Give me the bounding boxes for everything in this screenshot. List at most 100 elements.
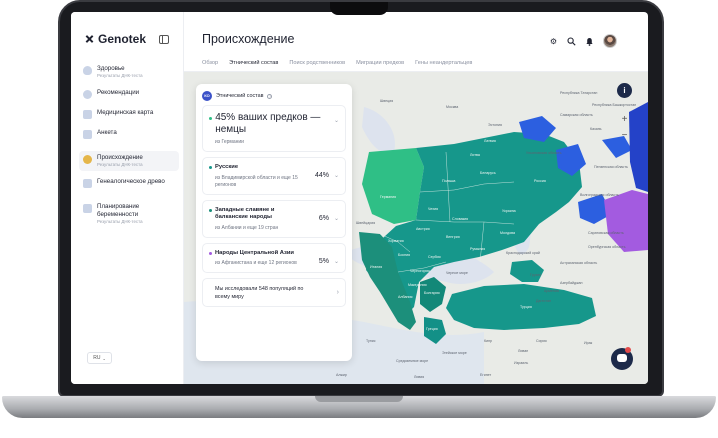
region-central-asia[interactable] bbox=[604, 190, 648, 252]
chat-notification-badge bbox=[625, 347, 631, 353]
check-circle-icon bbox=[83, 90, 92, 99]
ethnicity-sub: из Албании и еще 19 стран bbox=[215, 224, 279, 231]
chevron-down-icon: ⌄ bbox=[333, 173, 339, 179]
label-austria: Австрия bbox=[416, 227, 430, 231]
label-slovakia: Словакия bbox=[452, 217, 468, 221]
user-tag: КО bbox=[202, 91, 212, 101]
sidebar-item-sub: Результаты ДНК-теста bbox=[97, 73, 143, 78]
bell-icon[interactable] bbox=[585, 37, 594, 46]
sidebar-item-family-tree[interactable]: Генеалогическое древо bbox=[79, 175, 179, 191]
ethnicity-row[interactable]: Западные славяне и балканские народы из … bbox=[202, 199, 346, 238]
ethnicity-name-text: Народы Центральной Азии bbox=[215, 249, 294, 256]
label-libya: Ливия bbox=[414, 375, 424, 379]
label-israel: Израиль bbox=[514, 361, 528, 365]
brand-logo[interactable]: Genotek bbox=[85, 32, 146, 46]
label-black-sea: Черное море bbox=[446, 271, 468, 275]
ethnicity-percent: 5% bbox=[318, 257, 329, 265]
ethnicity-color-dot bbox=[209, 116, 213, 120]
camera-notch bbox=[330, 2, 388, 15]
sidebar-item-recommendations[interactable]: Рекомендации bbox=[79, 86, 179, 102]
tab-overview[interactable]: Обзор bbox=[202, 58, 218, 72]
label-astrakhan: Астраханская область bbox=[560, 261, 597, 265]
chevron-down-icon: ⌄ bbox=[102, 355, 106, 361]
help-icon[interactable]: ? bbox=[267, 93, 273, 99]
tab-ethnic-composition[interactable]: Этнический состав bbox=[229, 58, 279, 72]
label-bosnia: Босния bbox=[398, 253, 410, 257]
sidebar-item-label: Здоровье bbox=[97, 65, 125, 72]
info-button[interactable]: i bbox=[617, 83, 632, 98]
label-volgograd: Волгоградская область bbox=[580, 193, 619, 197]
populations-footer-card[interactable]: Мы исследовали 548 популяций по всему ми… bbox=[202, 278, 346, 307]
label-cyprus: Кипр bbox=[484, 339, 492, 343]
sidebar-item-sub: Результаты ДНК-теста bbox=[97, 162, 143, 167]
label-tunisia: Тунис bbox=[366, 339, 376, 343]
ancestry-tabs: Обзор Этнический состав Поиск родственни… bbox=[202, 58, 472, 72]
label-georgia: Грузия bbox=[530, 273, 541, 277]
label-mediterranean: Средиземное море bbox=[396, 359, 428, 363]
label-montenegro: Черногория bbox=[410, 269, 430, 273]
sidebar-item-health[interactable]: Здоровье Результаты ДНК-теста bbox=[79, 62, 179, 82]
tab-ancestor-migrations[interactable]: Миграции предков bbox=[356, 58, 404, 72]
ethnicity-row[interactable]: Народы Центральной Азии из Афганистана и… bbox=[202, 242, 346, 273]
zoom-out-button[interactable]: − bbox=[617, 128, 632, 143]
sidebar-item-label: Медицинская карта bbox=[97, 109, 154, 116]
sidebar-item-label: Анкета bbox=[97, 129, 117, 136]
brand-name: Genotek bbox=[98, 32, 147, 46]
gear-icon[interactable]: ⚙ bbox=[549, 37, 558, 46]
sidebar-item-pregnancy[interactable]: Планирование беременности Результаты ДНК-… bbox=[79, 200, 179, 228]
label-aegean: Эгейское море bbox=[442, 351, 467, 355]
tab-relatives-search[interactable]: Поиск родственников bbox=[289, 58, 345, 72]
label-moscow: Москва bbox=[446, 105, 458, 109]
label-ukraine: Украина bbox=[502, 209, 516, 213]
ethnicity-name-text: Русские bbox=[215, 164, 239, 170]
label-latvia: Латвия bbox=[484, 139, 496, 143]
sidebar-nav: Здоровье Результаты ДНК-теста Рекомендаци… bbox=[79, 62, 179, 232]
ethnic-composition-panel: КО Этнический состав ? 45% ваших предков… bbox=[196, 84, 352, 361]
populations-text: Мы исследовали 548 популяций по всему ми… bbox=[215, 286, 304, 300]
header-actions: ⚙ bbox=[549, 34, 617, 48]
label-germany: Германия bbox=[380, 195, 396, 199]
page-title: Происхождение bbox=[202, 32, 295, 46]
label-romania: Румыния bbox=[470, 247, 485, 251]
label-italy: Италия bbox=[370, 265, 382, 269]
avatar[interactable] bbox=[603, 34, 617, 48]
heart-icon bbox=[83, 66, 92, 75]
label-estonia: Эстония bbox=[488, 123, 502, 127]
tab-neanderthal-genes[interactable]: Гены неандертальцев bbox=[415, 58, 472, 72]
language-select[interactable]: RU ⌄ bbox=[87, 352, 112, 364]
label-iraq: Ирак bbox=[584, 341, 593, 345]
sidebar-item-questionnaire[interactable]: Анкета bbox=[79, 126, 179, 142]
chevron-down-icon: ⌄ bbox=[333, 118, 339, 124]
region-germany[interactable] bbox=[362, 148, 424, 224]
baltic-shape bbox=[362, 107, 395, 153]
sidebar-collapse-icon[interactable] bbox=[159, 35, 169, 44]
label-krasnodar: Краснодарский край bbox=[506, 251, 540, 255]
medical-card-icon bbox=[83, 110, 92, 119]
label-syria: Сирия bbox=[536, 339, 547, 343]
ethnicity-name: Русские bbox=[209, 164, 339, 172]
zoom-in-button[interactable]: + bbox=[617, 112, 632, 127]
panel-header: КО Этнический состав ? bbox=[202, 90, 346, 102]
label-saratov: Саратовская область bbox=[588, 231, 624, 235]
label-algeria: Алжир bbox=[336, 373, 347, 377]
label-orenburg: Оренбургская область bbox=[588, 245, 626, 249]
search-icon[interactable] bbox=[567, 36, 576, 46]
clipboard-icon bbox=[83, 130, 92, 139]
label-macedonia: Македония bbox=[408, 283, 427, 287]
label-belarus: Беларусь bbox=[480, 171, 496, 175]
ethnicity-main-card[interactable]: 45% ваших предков — немцы из Германии ⌄ bbox=[202, 105, 346, 152]
globe-icon bbox=[83, 155, 92, 164]
region-caucasus[interactable] bbox=[510, 260, 544, 282]
ethnicity-main-text: 45% ваших предков — немцы bbox=[215, 112, 321, 135]
ethnicity-row[interactable]: Русские из Владимирской области и еще 15… bbox=[202, 157, 346, 195]
sidebar-item-ancestry[interactable]: Происхождение Результаты ДНК-теста bbox=[79, 151, 179, 171]
ethnicity-percent: 6% bbox=[318, 214, 329, 222]
label-bulgaria: Болгария bbox=[424, 291, 440, 295]
sidebar-item-medical-card[interactable]: Медицинская карта bbox=[79, 106, 179, 122]
label-egypt: Египет bbox=[480, 373, 492, 377]
language-value: RU bbox=[93, 355, 101, 361]
sidebar-item-sub: Результаты ДНК-теста bbox=[97, 219, 143, 224]
ethnicity-percent: 44% bbox=[314, 172, 329, 179]
label-croatia: Хорватия bbox=[388, 239, 404, 243]
label-poland: Польша bbox=[442, 179, 455, 183]
